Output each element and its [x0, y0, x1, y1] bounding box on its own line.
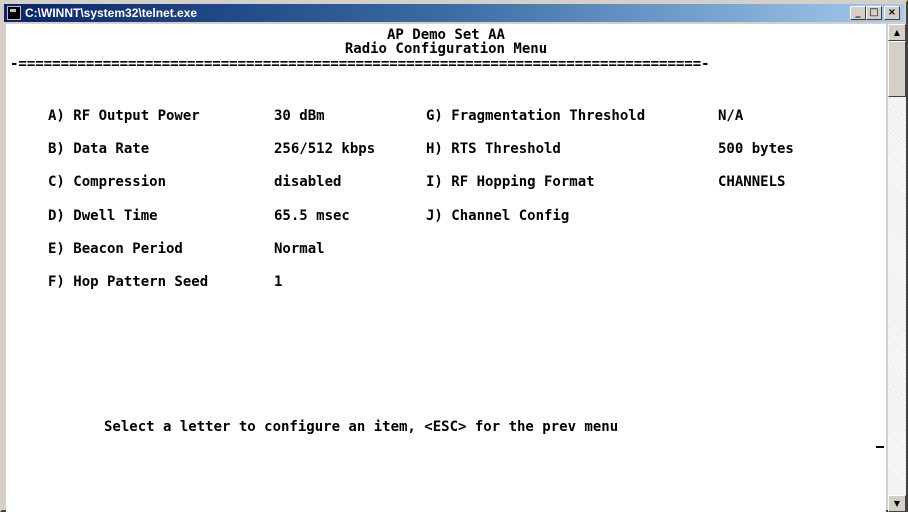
value-fragmentation-threshold: N/A: [718, 108, 744, 124]
title-bar[interactable]: C:\WINNT\system32\telnet.exe _ □ ×: [4, 4, 904, 22]
minimize-button[interactable]: _: [850, 6, 866, 20]
window-title: C:\WINNT\system32\telnet.exe: [25, 6, 198, 20]
terminal-screen[interactable]: AP Demo Set AA Radio Configuration Menu …: [6, 24, 886, 512]
close-button[interactable]: ×: [884, 6, 900, 20]
scroll-down-icon[interactable]: ▼: [888, 495, 906, 512]
menu-item-dwell-time[interactable]: D) Dwell Time: [48, 208, 158, 224]
value-beacon-period: Normal: [274, 241, 325, 257]
vertical-scrollbar[interactable]: ▲ ▼: [888, 24, 906, 512]
value-compression: disabled: [274, 174, 342, 190]
maximize-button[interactable]: □: [866, 6, 882, 20]
value-hop-pattern-seed: 1: [274, 274, 283, 290]
menu-item-channel-config[interactable]: J) Channel Config: [426, 208, 569, 224]
value-rts-threshold: 500 bytes: [718, 141, 794, 157]
menu-item-fragmentation-threshold[interactable]: G) Fragmentation Threshold: [426, 108, 645, 124]
menu-item-rf-hopping-format[interactable]: I) RF Hopping Format: [426, 174, 595, 190]
telnet-window: C:\WINNT\system32\telnet.exe _ □ × AP De…: [0, 0, 908, 512]
menu-item-hop-pattern-seed[interactable]: F) Hop Pattern Seed: [48, 274, 208, 290]
value-dwell-time: 65.5 msec: [274, 208, 350, 224]
menu-item-compression[interactable]: C) Compression: [48, 174, 166, 190]
menu-item-beacon-period[interactable]: E) Beacon Period: [48, 241, 183, 257]
divider-rule: -=======================================…: [10, 56, 710, 72]
menu-item-data-rate[interactable]: B) Data Rate: [48, 141, 149, 157]
menu-title: Radio Configuration Menu: [344, 41, 548, 57]
value-rf-hopping-format: CHANNELS: [718, 174, 786, 190]
scroll-thumb[interactable]: [888, 41, 906, 97]
value-rf-output-power: 30 dBm: [274, 108, 325, 124]
text-cursor: [876, 446, 884, 448]
menu-item-rf-output-power[interactable]: A) RF Output Power: [48, 108, 200, 124]
value-data-rate: 256/512 kbps: [274, 141, 376, 157]
instruction-prompt: Select a letter to configure an item, <E…: [104, 419, 619, 435]
console-icon[interactable]: [7, 6, 21, 20]
scroll-up-icon[interactable]: ▲: [888, 24, 906, 41]
menu-item-rts-threshold[interactable]: H) RTS Threshold: [426, 141, 561, 157]
